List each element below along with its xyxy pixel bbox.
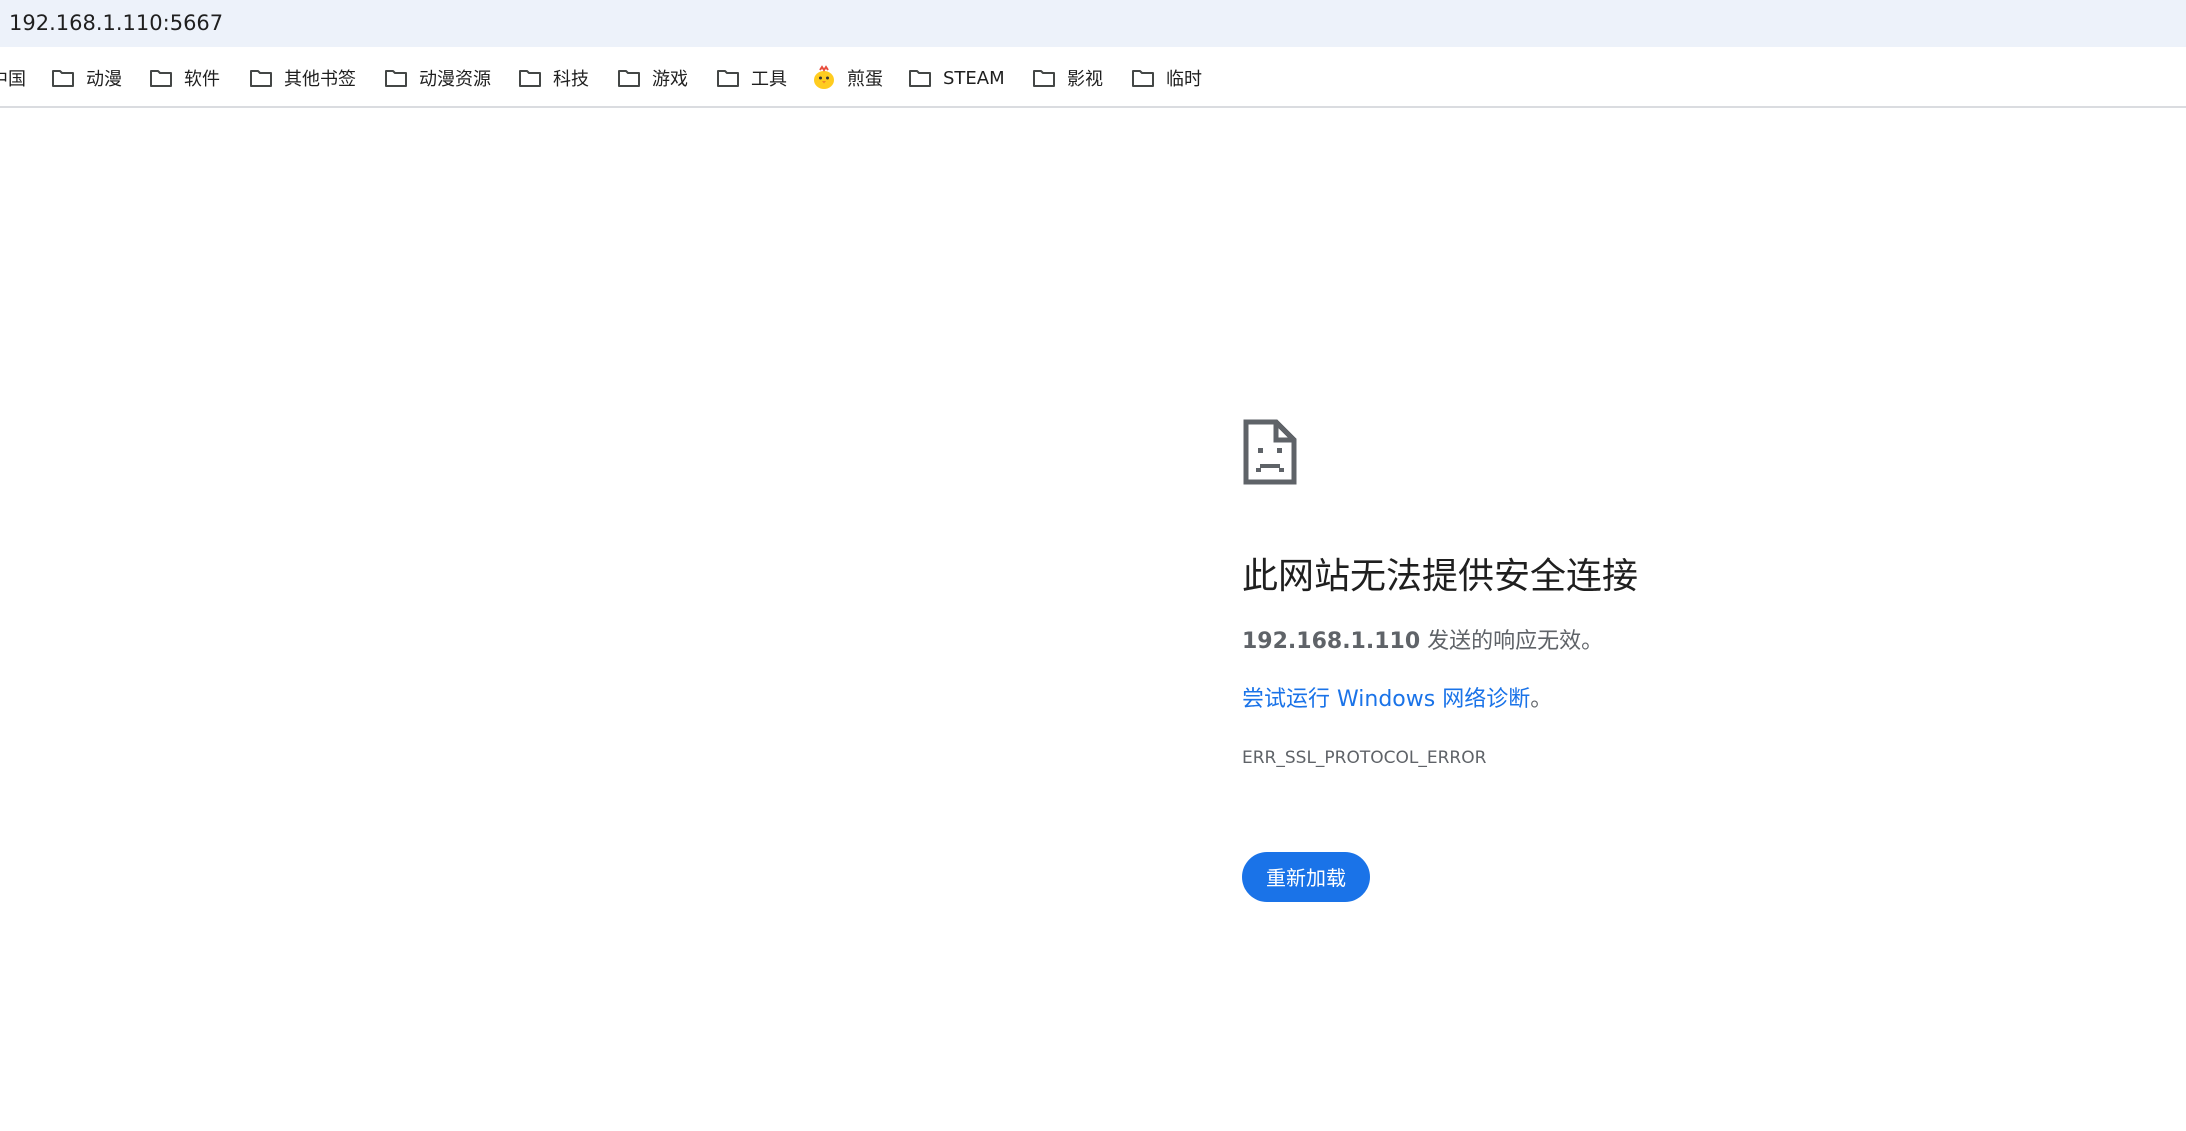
error-code: ERR_SSL_PROTOCOL_ERROR bbox=[1242, 748, 1487, 768]
folder-icon bbox=[1031, 67, 1057, 89]
bookmark-folder-tech[interactable]: 科技 bbox=[517, 63, 589, 93]
folder-icon bbox=[383, 67, 409, 89]
bookmark-label: 其他书签 bbox=[284, 69, 356, 90]
bookmark-jandan[interactable]: 煎蛋 bbox=[811, 63, 883, 93]
bookmark-label: 游戏 bbox=[652, 69, 688, 90]
diagnostics-line: 尝试运行 Windows 网络诊断。 bbox=[1242, 683, 1552, 717]
bookmark-folder-other[interactable]: 其他书签 bbox=[248, 63, 356, 93]
bookmark-folder-tools[interactable]: 工具 bbox=[715, 63, 787, 93]
error-description: 192.168.1.110 发送的响应无效。 bbox=[1242, 625, 1603, 659]
diag-suffix: 。 bbox=[1530, 687, 1553, 712]
folder-icon bbox=[248, 67, 274, 89]
folder-icon bbox=[616, 67, 642, 89]
bookmark-label: 煎蛋 bbox=[847, 69, 883, 90]
bookmark-label: 科技 bbox=[553, 69, 589, 90]
reload-button[interactable]: 重新加载 bbox=[1242, 852, 1370, 902]
folder-icon bbox=[517, 67, 543, 89]
bookmark-partial[interactable]: 中国 bbox=[0, 63, 26, 93]
bookmark-label: 工具 bbox=[751, 69, 787, 90]
sad-page-icon bbox=[1242, 418, 1298, 486]
bookmarks-bar: 中国 动漫 软件 其他书签 动漫资源 科技 游戏 bbox=[0, 47, 2186, 108]
url-text[interactable]: 192.168.1.110:5667 bbox=[9, 9, 223, 37]
address-bar[interactable]: 192.168.1.110:5667 bbox=[0, 0, 2186, 47]
bookmark-folder-video[interactable]: 影视 bbox=[1031, 63, 1103, 93]
bookmark-label: 动漫 bbox=[86, 69, 122, 90]
bookmark-folder-anime[interactable]: 动漫 bbox=[50, 63, 122, 93]
error-title: 此网站无法提供安全连接 bbox=[1242, 556, 1639, 597]
folder-icon bbox=[148, 67, 174, 89]
bookmark-label: 临时 bbox=[1166, 69, 1202, 90]
error-host: 192.168.1.110 bbox=[1242, 629, 1421, 654]
bookmark-folder-games[interactable]: 游戏 bbox=[616, 63, 688, 93]
bookmark-label: 中国 bbox=[0, 69, 26, 90]
bookmark-label: 影视 bbox=[1067, 69, 1103, 90]
bookmark-folder-temp[interactable]: 临时 bbox=[1130, 63, 1202, 93]
network-diagnostics-link[interactable]: 尝试运行 Windows 网络诊断 bbox=[1242, 687, 1530, 712]
bookmark-label: 软件 bbox=[184, 69, 220, 90]
folder-icon bbox=[715, 67, 741, 89]
folder-icon bbox=[907, 67, 933, 89]
error-desc-suffix: 发送的响应无效。 bbox=[1420, 629, 1604, 654]
bookmark-folder-software[interactable]: 软件 bbox=[148, 63, 220, 93]
folder-icon bbox=[1130, 67, 1156, 89]
chick-favicon-icon bbox=[811, 65, 837, 89]
bookmark-folder-steam[interactable]: STEAM bbox=[907, 63, 1005, 93]
folder-icon bbox=[50, 67, 76, 89]
bookmark-label: STEAM bbox=[943, 67, 1005, 89]
bookmark-label: 动漫资源 bbox=[419, 69, 491, 90]
bookmark-folder-anime-resources[interactable]: 动漫资源 bbox=[383, 63, 491, 93]
